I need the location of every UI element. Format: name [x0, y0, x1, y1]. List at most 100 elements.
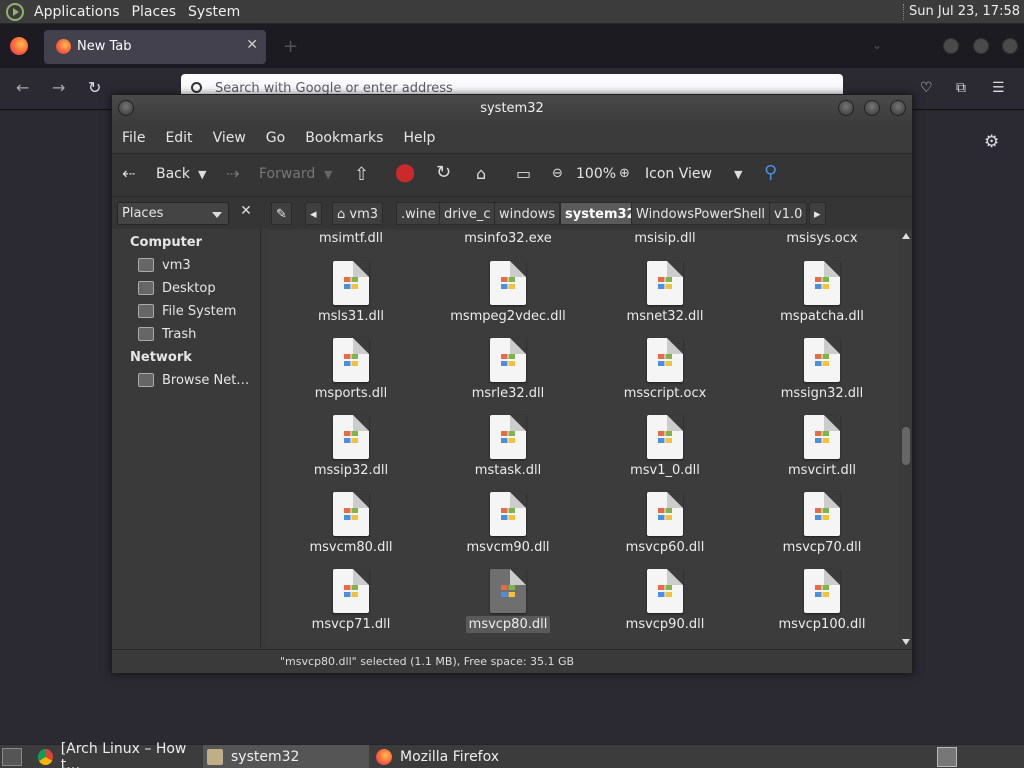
file-item[interactable]: msls31.dll [281, 261, 421, 338]
hamburger-menu-icon[interactable]: ☰ [992, 80, 1005, 96]
file-item[interactable]: msscript.ocx [595, 338, 735, 415]
task-chrome[interactable]: [Arch Linux – How t… [34, 741, 198, 768]
dll-file-icon [490, 415, 526, 459]
sidebar-mode-select[interactable]: Places [117, 202, 229, 225]
back-history-dropdown-icon[interactable]: ▼ [198, 168, 206, 181]
file-item[interactable]: mssign32.dll [752, 338, 892, 415]
menu-help[interactable]: Help [393, 130, 445, 146]
system-menu[interactable]: System [182, 0, 246, 24]
search-icon[interactable]: ⚲ [764, 162, 777, 183]
file-item[interactable]: msvcm90.dll [438, 492, 578, 569]
pocket-icon[interactable]: ♡ [920, 80, 933, 96]
extensions-icon[interactable]: ⧉ [956, 80, 966, 96]
sidebar-item-vm3[interactable]: vm3 [138, 255, 191, 275]
file-item[interactable]: msvcp80.dll [438, 569, 578, 646]
file-item[interactable]: msvcp60.dll [595, 492, 735, 569]
sidebar-item-browse-network[interactable]: Browse Net… [138, 370, 249, 390]
gear-icon[interactable]: ⚙ [984, 132, 999, 152]
sidebar-item-file-system[interactable]: File System [138, 301, 236, 321]
menu-file[interactable]: File [112, 130, 155, 146]
maximize-button[interactable] [973, 38, 989, 54]
task-firefox[interactable]: Mozilla Firefox [372, 745, 536, 768]
menu-go[interactable]: Go [256, 130, 295, 146]
scroll-down-icon[interactable] [902, 639, 910, 645]
file-item[interactable]: msvcm80.dll [281, 492, 421, 569]
reload-icon[interactable]: ↻ [88, 78, 101, 97]
file-item[interactable]: msvcp90.dll [595, 569, 735, 646]
scroll-up-icon[interactable] [902, 233, 910, 239]
zoom-out-icon[interactable]: ⊖ [552, 166, 563, 181]
path-scroll-left-icon[interactable]: ◂ [305, 202, 322, 225]
stop-icon[interactable]: ⬤ [395, 162, 415, 183]
tab-new-tab[interactable]: New Tab ✕ [44, 30, 266, 64]
file-item[interactable]: msvcp70.dll [752, 492, 892, 569]
list-tabs-icon[interactable]: ⌄ [872, 38, 882, 52]
file-view[interactable]: msimtf.dll msinfo32.exe msisip.dll msisy… [267, 231, 899, 647]
close-sidebar-icon[interactable]: ✕ [236, 203, 256, 223]
workspace-switcher[interactable] [937, 747, 957, 767]
forward-arrow-icon[interactable]: → [52, 78, 65, 97]
file-item[interactable]: msvcirt.dll [752, 415, 892, 492]
close-tab-icon[interactable]: ✕ [246, 37, 258, 53]
file-item[interactable]: msports.dll [281, 338, 421, 415]
crumb-wine[interactable]: .wine [396, 202, 441, 225]
task-system32[interactable]: system32 [203, 745, 369, 768]
minimize-button[interactable] [838, 100, 854, 116]
path-scroll-right-icon[interactable]: ▸ [809, 202, 826, 225]
computer-icon[interactable]: ▭ [516, 164, 531, 183]
file-item[interactable]: mstask.dll [438, 415, 578, 492]
home-icon[interactable]: ⌂ [476, 164, 486, 183]
file-item[interactable]: msvcp100.dll [752, 569, 892, 646]
file-item[interactable]: mspatcha.dll [752, 261, 892, 338]
scrollbar-thumb[interactable] [902, 427, 910, 465]
crumb-windowspowershell[interactable]: WindowsPowerShell [631, 202, 771, 225]
back-arrow-icon[interactable]: ← [16, 78, 29, 97]
edit-location-icon[interactable]: ✎ [271, 202, 292, 225]
network-icon [138, 373, 154, 387]
reload-icon[interactable]: ↻ [436, 162, 451, 183]
minimize-button[interactable] [943, 38, 959, 54]
file-item[interactable]: msinfo32.exe [438, 231, 578, 249]
view-mode-dropdown-icon[interactable]: ▼ [734, 168, 742, 181]
file-item[interactable]: msrle32.dll [438, 338, 578, 415]
file-name: msvcp70.dll [752, 540, 892, 555]
file-item[interactable]: msimtf.dll [281, 231, 421, 249]
menu-edit[interactable]: Edit [155, 130, 202, 146]
new-tab-icon[interactable]: + [283, 36, 298, 57]
show-desktop-button[interactable] [2, 748, 22, 766]
clock[interactable]: Sun Jul 23, 17:58 [909, 4, 1024, 19]
up-icon[interactable]: ⇧ [354, 164, 369, 185]
window-titlebar[interactable]: system32 [112, 95, 912, 123]
applications-menu[interactable]: Applications [28, 0, 126, 24]
file-item[interactable]: msmpeg2vdec.dll [438, 261, 578, 338]
menu-bookmarks[interactable]: Bookmarks [295, 130, 393, 146]
file-item[interactable]: msisys.ocx [752, 231, 892, 249]
view-mode-select[interactable]: Icon View [645, 166, 712, 182]
file-item[interactable]: msisip.dll [595, 231, 735, 249]
crumb-drive-c[interactable]: drive_c [439, 202, 496, 225]
zoom-in-icon[interactable]: ⊕ [619, 166, 630, 181]
crumb-system32[interactable]: system32 [560, 202, 641, 225]
menu-view[interactable]: View [203, 130, 256, 146]
back-arrow-icon[interactable]: ⇠ [122, 164, 135, 183]
distro-logo-icon[interactable] [6, 2, 24, 21]
vertical-scrollbar[interactable] [900, 231, 912, 647]
firefox-view-icon[interactable] [10, 37, 28, 55]
forward-button[interactable]: Forward [259, 166, 315, 182]
file-item[interactable]: mssip32.dll [281, 415, 421, 492]
crumb-v1-0[interactable]: v1.0 [769, 202, 808, 225]
maximize-button[interactable] [864, 100, 880, 116]
close-button[interactable] [890, 100, 906, 116]
file-item[interactable]: msnet32.dll [595, 261, 735, 338]
file-item[interactable]: msvcp71.dll [281, 569, 421, 646]
forward-history-dropdown-icon[interactable]: ▼ [324, 168, 332, 181]
crumb-vm3[interactable]: ⌂ vm3 [332, 202, 384, 225]
close-button[interactable] [1002, 38, 1018, 54]
sidebar-item-desktop[interactable]: Desktop [138, 278, 216, 298]
sidebar-item-trash[interactable]: Trash [138, 324, 196, 344]
places-menu[interactable]: Places [126, 0, 183, 24]
forward-arrow-icon[interactable]: ⇢ [226, 164, 239, 183]
file-item[interactable]: msv1_0.dll [595, 415, 735, 492]
back-button[interactable]: Back [156, 166, 190, 182]
crumb-windows[interactable]: windows [494, 202, 561, 225]
